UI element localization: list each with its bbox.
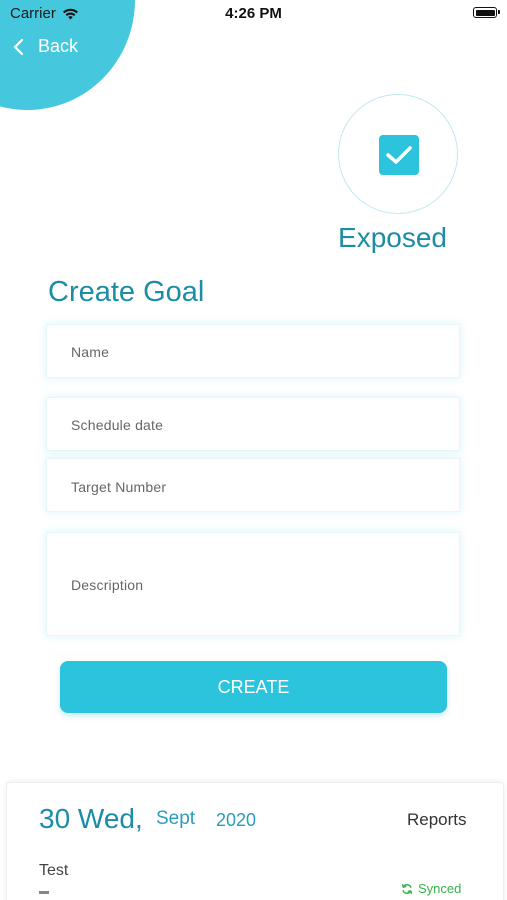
name-input[interactable]: Name bbox=[46, 324, 460, 378]
schedule-date-input[interactable]: Schedule date bbox=[46, 397, 460, 451]
entry-day: 30 Wed, bbox=[39, 803, 143, 834]
description-textarea[interactable]: Description bbox=[46, 532, 460, 636]
target-number-input[interactable]: Target Number bbox=[46, 458, 460, 512]
reports-link[interactable]: Reports bbox=[407, 810, 467, 830]
battery-icon bbox=[473, 7, 500, 18]
status-bar: Carrier 4:26 PM bbox=[0, 0, 507, 28]
back-button[interactable]: Back bbox=[12, 36, 78, 57]
target-number-placeholder: Target Number bbox=[71, 479, 167, 495]
clock: 4:26 PM bbox=[225, 5, 282, 22]
description-placeholder: Description bbox=[71, 577, 144, 593]
sync-status-label: Synced bbox=[418, 881, 462, 896]
entry-month: Sept bbox=[156, 808, 196, 829]
schedule-date-placeholder: Schedule date bbox=[71, 417, 164, 433]
entry-year: 2020 bbox=[216, 810, 257, 830]
entry-subtext bbox=[39, 891, 49, 894]
entry-title: Test bbox=[39, 862, 69, 879]
page-title: Create Goal bbox=[48, 276, 205, 308]
create-goal-screen: Carrier 4:26 PM Back Exposed Create Goal… bbox=[0, 0, 507, 900]
exposed-label: Exposed bbox=[338, 222, 447, 253]
chevron-left-icon bbox=[13, 38, 24, 55]
back-label: Back bbox=[38, 36, 79, 56]
sync-status: Synced bbox=[401, 881, 461, 896]
name-placeholder: Name bbox=[71, 344, 110, 360]
checkbox-checked-icon bbox=[379, 135, 419, 175]
goal-entry-card[interactable]: 30 Wed, Sept 2020 Reports Test Synced bbox=[6, 782, 504, 900]
create-button[interactable]: CREATE bbox=[60, 661, 447, 713]
exposed-toggle[interactable] bbox=[338, 94, 458, 214]
sync-icon bbox=[401, 883, 413, 894]
